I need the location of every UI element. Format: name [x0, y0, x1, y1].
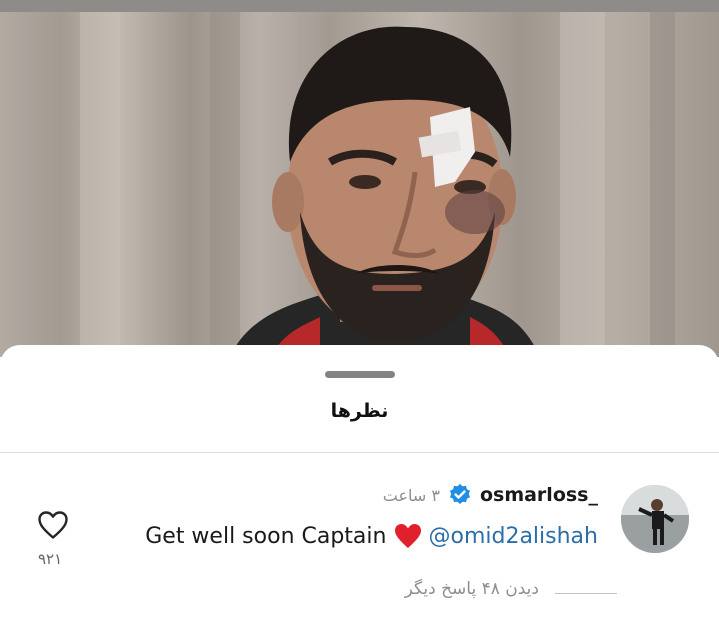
top-strip: [0, 0, 719, 12]
avatar[interactable]: [621, 485, 689, 553]
sheet-title: نظرها: [330, 400, 389, 422]
view-replies-button[interactable]: دیدن ۴۸ پاسخ دیگر: [405, 579, 539, 599]
comment-time: ۳ ساعت: [382, 485, 440, 505]
mention-link[interactable]: @omid2alishah: [428, 524, 598, 549]
post-photo[interactable]: [0, 12, 719, 357]
comment-body: Get well soon Captain: [145, 523, 387, 549]
comment-username[interactable]: osmarloss_: [480, 484, 598, 506]
sheet-grabber-handle[interactable]: [325, 371, 395, 378]
like-count: ۹۲۱: [38, 550, 63, 568]
red-heart-emoji-icon: [395, 524, 422, 548]
man-portrait-image: [80, 12, 675, 357]
comments-sheet: نظرها ۳ ساعت osmarloss_ Get well soon Ca…: [0, 345, 719, 627]
divider: [0, 452, 719, 453]
comment-text: Get well soon Captain @omid2alishah: [145, 523, 598, 549]
replies-line-divider: [555, 593, 617, 594]
comment-header: ۳ ساعت osmarloss_: [383, 483, 598, 507]
like-heart-icon[interactable]: [37, 510, 69, 540]
verified-badge-icon: [449, 484, 470, 504]
avatar-image: [621, 485, 689, 553]
